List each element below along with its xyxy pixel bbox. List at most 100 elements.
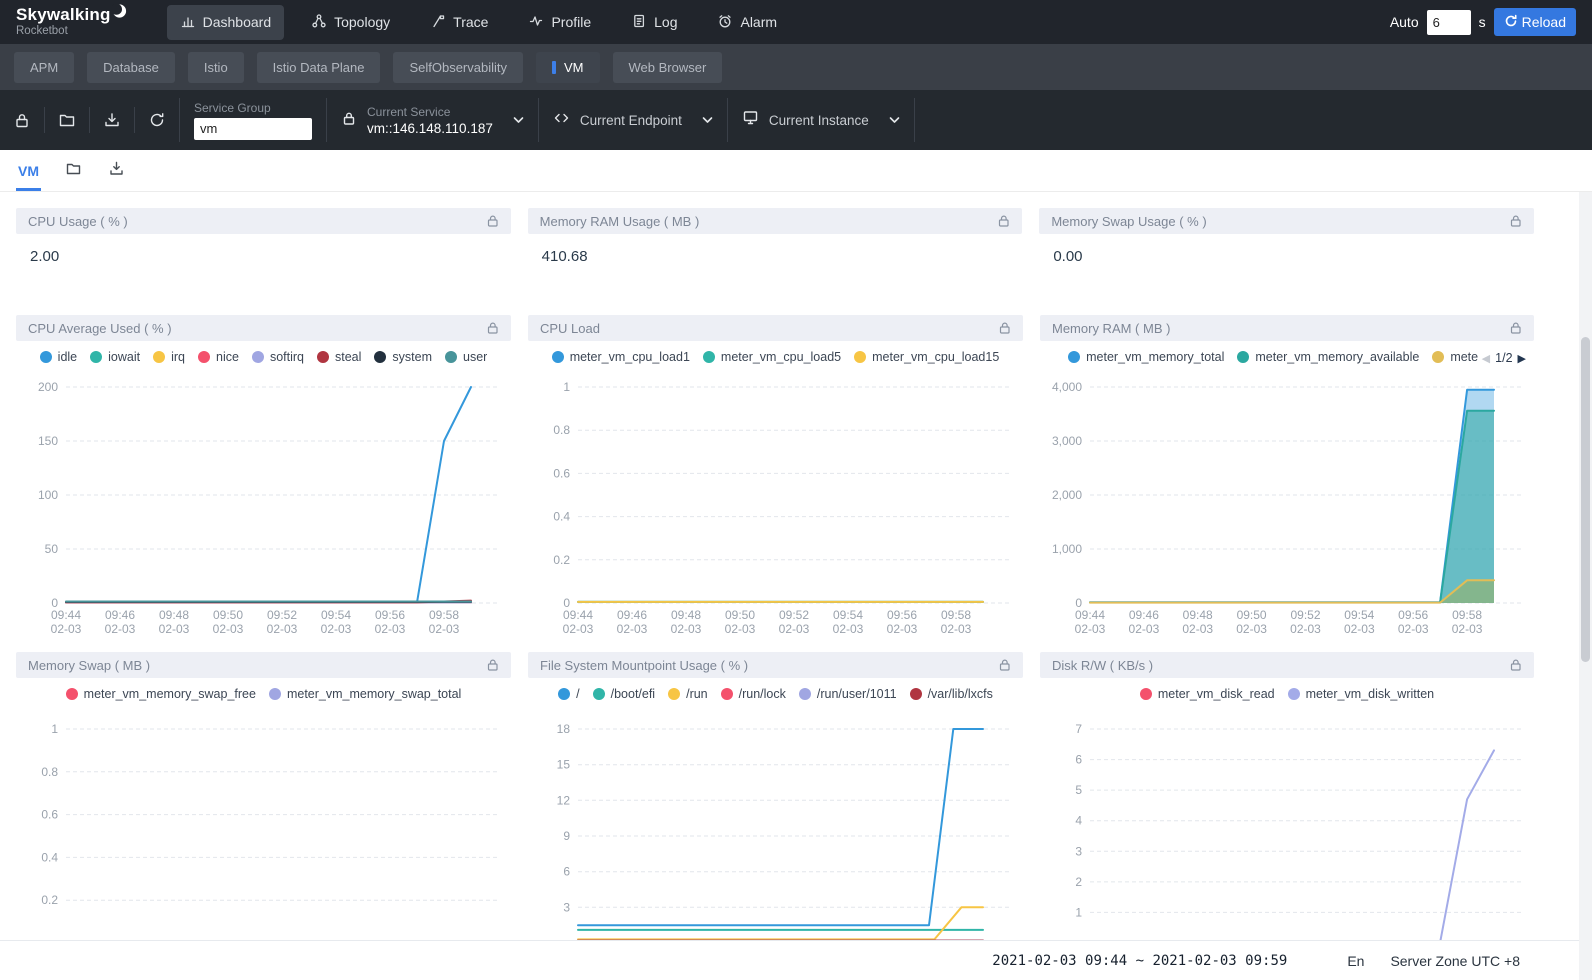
tab-web-browser[interactable]: Web Browser <box>613 52 723 83</box>
legend-item[interactable]: meter_vm_memory_total <box>1068 350 1224 364</box>
pager-next-icon[interactable]: ▶ <box>1518 352 1526 365</box>
svg-text:50: 50 <box>45 542 59 556</box>
legend-dot <box>90 351 102 363</box>
auto-interval-input[interactable] <box>1427 10 1471 35</box>
memory-ram-chart[interactable]: 01,0002,0003,0004,00009:4402-0309:4602-0… <box>1040 366 1534 638</box>
current-endpoint-selector[interactable]: Current Endpoint <box>539 110 727 131</box>
scrollbar-thumb[interactable] <box>1581 337 1590 662</box>
metric-value: 0.00 <box>1039 234 1534 285</box>
bar-chart-icon <box>180 13 196 32</box>
chart-card-memory-ram: Memory RAM ( MB ) meter_vm_memory_totalm… <box>1040 315 1534 638</box>
legend-item[interactable]: meter_vm_disk_read <box>1140 687 1275 701</box>
lock-icon[interactable] <box>1509 321 1522 335</box>
tab-database[interactable]: Database <box>87 52 175 83</box>
svg-text:09:46: 09:46 <box>1129 608 1159 622</box>
legend-item[interactable]: /var/lib/lxcfs <box>910 687 993 701</box>
legend-item[interactable]: meter_vm_memory_available <box>1237 350 1419 364</box>
legend-item[interactable]: meter_vm_disk_written <box>1288 687 1435 701</box>
language-switch[interactable]: En <box>1347 953 1364 969</box>
tab-selfobservability[interactable]: SelfObservability <box>393 52 523 83</box>
svg-text:02-03: 02-03 <box>1129 622 1160 636</box>
download-button[interactable] <box>90 111 134 129</box>
pager-prev-icon[interactable]: ◀ <box>1482 352 1490 365</box>
legend-item[interactable]: /boot/efi <box>593 687 655 701</box>
disk-rw-chart[interactable]: 123456709:4402-0309:4602-0309:4802-0309:… <box>1040 703 1534 980</box>
legend-item[interactable]: /run/user/1011 <box>799 687 897 701</box>
lock-icon[interactable] <box>486 321 499 335</box>
lock-icon[interactable] <box>998 321 1011 335</box>
legend-item[interactable]: irq <box>153 350 185 364</box>
metric-value: 410.68 <box>528 234 1023 285</box>
nav-trace[interactable]: Trace <box>417 5 501 40</box>
chart-card-file-system: File System Mountpoint Usage ( % ) //boo… <box>528 652 1023 980</box>
legend-item[interactable]: system <box>374 350 432 364</box>
cpu-average-used-chart[interactable]: 05010015020009:4402-0309:4602-0309:4802-… <box>16 366 511 638</box>
legend-item[interactable]: /run <box>668 687 708 701</box>
download-icon[interactable] <box>108 160 125 182</box>
legend-item[interactable]: nice <box>198 350 239 364</box>
page-tab-vm[interactable]: VM <box>18 150 39 191</box>
legend-item[interactable]: /run/lock <box>721 687 786 701</box>
logo-subtitle: Rocketbot <box>16 26 127 38</box>
chevron-down-icon <box>702 111 713 129</box>
legend-item[interactable]: meter_vm_cpu_load1 <box>552 350 690 364</box>
server-zone-selector[interactable]: Server Zone UTC +8 <box>1390 953 1520 969</box>
main-menu: Dashboard Topology Trace Profile Log Ala… <box>167 5 790 40</box>
legend-item[interactable]: meter_vm_cpu_load15 <box>854 350 999 364</box>
svg-text:09:56: 09:56 <box>1398 608 1428 622</box>
lock-icon[interactable] <box>486 658 499 672</box>
legend-item[interactable]: / <box>558 687 579 701</box>
dashboard-tabbar: APM Database Istio Istio Data Plane Self… <box>0 44 1592 90</box>
nav-dashboard[interactable]: Dashboard <box>167 5 285 40</box>
legend-item[interactable]: softirq <box>252 350 304 364</box>
lock-icon[interactable] <box>998 658 1011 672</box>
svg-text:15: 15 <box>557 758 571 772</box>
refresh-button[interactable] <box>135 111 179 129</box>
lock-icon[interactable] <box>486 214 499 228</box>
legend-item[interactable]: meter_vm_memory_swap_total <box>269 687 461 701</box>
legend-dot <box>1237 351 1249 363</box>
svg-text:02-03: 02-03 <box>1398 622 1429 636</box>
legend-item[interactable]: iowait <box>90 350 140 364</box>
nav-profile[interactable]: Profile <box>515 5 604 40</box>
svg-text:02-03: 02-03 <box>267 622 298 636</box>
time-range-picker[interactable]: 2021-02-03 09:44 ~ 2021-02-03 09:59 <box>992 953 1287 969</box>
cpu-load-chart[interactable]: 00.20.40.60.8109:4402-0309:4602-0309:480… <box>528 366 1023 638</box>
svg-text:02-03: 02-03 <box>213 622 244 636</box>
legend-item[interactable]: meter_vm_memory_swap_free <box>66 687 256 701</box>
lock-toolbar-button[interactable] <box>0 111 44 129</box>
svg-text:09:56: 09:56 <box>375 608 405 622</box>
lock-icon[interactable] <box>997 214 1010 228</box>
current-service-selector[interactable]: Current Service vm::146.148.110.187 <box>327 105 538 136</box>
tab-istio-data-plane[interactable]: Istio Data Plane <box>257 52 381 83</box>
card-header: CPU Load <box>528 315 1023 341</box>
svg-text:4: 4 <box>1075 814 1082 828</box>
legend-item[interactable]: idle <box>40 350 77 364</box>
svg-text:2: 2 <box>1075 875 1082 889</box>
monitor-icon <box>742 109 759 131</box>
trace-icon <box>430 13 446 32</box>
legend-item[interactable]: steal <box>317 350 361 364</box>
service-group-input[interactable] <box>194 118 312 140</box>
tab-apm[interactable]: APM <box>14 52 74 83</box>
metric-cards-row: CPU Usage ( % ) 2.00 Memory RAM Usage ( … <box>16 208 1534 285</box>
memory-swap-chart[interactable]: 0.20.40.60.8109:4402-0309:4602-0309:4802… <box>16 703 511 980</box>
nav-alarm[interactable]: Alarm <box>704 5 790 40</box>
folder-button[interactable] <box>45 111 89 129</box>
file-system-chart[interactable]: 36912151809:4402-0309:4602-0309:4802-030… <box>528 703 1023 980</box>
tab-istio[interactable]: Istio <box>188 52 244 83</box>
svg-text:09:52: 09:52 <box>1290 608 1320 622</box>
legend-item[interactable]: user <box>445 350 487 364</box>
current-instance-selector[interactable]: Current Instance <box>728 109 914 131</box>
legend-item[interactable]: meter_vm_cpu_load5 <box>703 350 841 364</box>
lock-icon[interactable] <box>1509 214 1522 228</box>
chart-card-memory-swap: Memory Swap ( MB ) meter_vm_memory_swap_… <box>16 652 511 980</box>
lock-icon[interactable] <box>1509 658 1522 672</box>
reload-button[interactable]: Reload <box>1494 8 1576 36</box>
svg-text:02-03: 02-03 <box>51 622 82 636</box>
tab-vm[interactable]: VM <box>536 52 600 83</box>
refresh-icon <box>1504 14 1518 31</box>
folder-icon[interactable] <box>65 160 82 182</box>
nav-topology[interactable]: Topology <box>298 5 403 40</box>
nav-log[interactable]: Log <box>618 5 690 40</box>
